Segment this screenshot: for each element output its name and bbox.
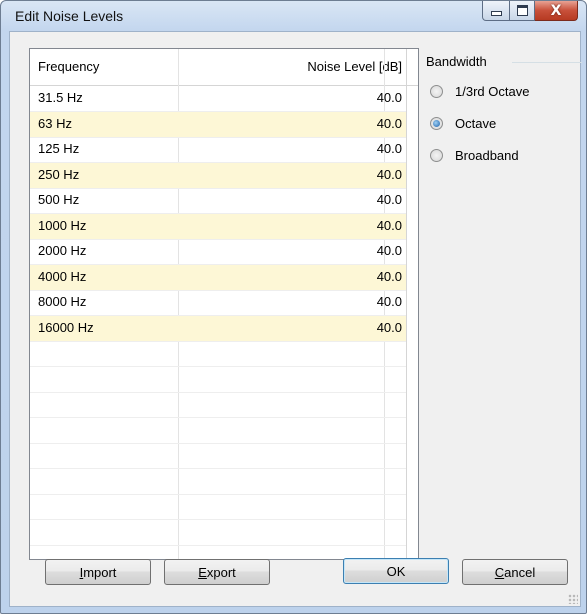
ok-button[interactable]: OK xyxy=(343,558,449,584)
export-accel: E xyxy=(198,564,207,580)
dialog-client-area: Frequency Noise Level [dB] 31.5 Hz 40.0 63… xyxy=(9,31,584,607)
noise-level-cell[interactable]: 40.0 xyxy=(206,269,402,284)
frequency-cell: 16000 Hz xyxy=(38,319,94,335)
export-label: xport xyxy=(206,564,236,580)
empty-table-row xyxy=(30,443,406,469)
bandwidth-group-title: Bandwidth xyxy=(426,54,487,69)
close-icon: X xyxy=(550,2,562,19)
export-button[interactable]: Export xyxy=(164,559,270,585)
dialog-window: Edit Noise Levels X Frequency Noise Leve… xyxy=(0,0,587,614)
ok-label: OK xyxy=(386,563,406,579)
noise-levels-table[interactable]: Frequency Noise Level [dB] 31.5 Hz 40.0 63… xyxy=(29,48,419,560)
table-row[interactable]: 500 Hz 40.0 xyxy=(30,188,406,214)
empty-table-row xyxy=(30,392,406,418)
radio-broadband[interactable]: Broadband xyxy=(430,148,519,163)
frequency-cell: 125 Hz xyxy=(38,141,80,156)
minimize-button[interactable] xyxy=(482,1,510,21)
table-row[interactable]: 16000 Hz 40.0 xyxy=(30,315,406,342)
resize-grip-icon[interactable] xyxy=(568,594,578,604)
table-row[interactable]: 125 Hz 40.0 xyxy=(30,137,406,163)
caption-buttons: X xyxy=(482,1,578,21)
empty-table-row xyxy=(30,418,406,444)
frequency-cell: 31.5 Hz xyxy=(38,90,83,105)
frequency-cell: 63 Hz xyxy=(38,115,72,131)
noise-level-cell[interactable]: 40.0 xyxy=(206,243,402,258)
frequency-cell: 500 Hz xyxy=(38,192,80,207)
import-label: mport xyxy=(83,564,117,580)
table-row[interactable]: 63 Hz 40.0 xyxy=(30,111,406,138)
empty-table-row xyxy=(30,469,406,495)
empty-table-row xyxy=(30,341,406,367)
noise-level-cell[interactable]: 40.0 xyxy=(206,294,402,309)
close-button[interactable]: X xyxy=(535,1,578,21)
radio-label: 1/3rd Octave xyxy=(455,84,530,99)
cancel-label: ancel xyxy=(504,564,536,580)
table-row[interactable]: 250 Hz 40.0 xyxy=(30,162,406,189)
table-header: Frequency Noise Level [dB] xyxy=(30,49,418,86)
import-button[interactable]: Import xyxy=(45,559,151,585)
noise-level-cell[interactable]: 40.0 xyxy=(206,320,402,335)
cancel-accel: C xyxy=(494,564,505,580)
column-header-noise-level[interactable]: Noise Level [dB] xyxy=(206,49,402,85)
bandwidth-group: Bandwidth 1/3rd Octave Octave Broadband xyxy=(424,48,584,204)
maximize-icon xyxy=(516,5,528,16)
column-divider xyxy=(406,49,407,559)
radio-button[interactable] xyxy=(430,117,443,130)
empty-table-row xyxy=(30,520,406,546)
noise-level-cell[interactable]: 40.0 xyxy=(206,218,402,233)
empty-table-row xyxy=(30,494,406,520)
radio-octave[interactable]: Octave xyxy=(430,116,496,131)
empty-table-row xyxy=(30,367,406,393)
noise-level-cell[interactable]: 40.0 xyxy=(206,167,402,182)
noise-level-cell[interactable]: 40.0 xyxy=(206,141,402,156)
noise-level-cell[interactable]: 40.0 xyxy=(206,90,402,105)
group-divider xyxy=(512,62,582,63)
radio-third-octave[interactable]: 1/3rd Octave xyxy=(430,84,529,99)
noise-level-cell[interactable]: 40.0 xyxy=(206,116,402,131)
radio-label: Octave xyxy=(455,116,497,131)
window-title: Edit Noise Levels xyxy=(15,8,124,24)
table-row[interactable]: 1000 Hz 40.0 xyxy=(30,213,406,240)
frequency-cell: 2000 Hz xyxy=(38,243,87,258)
radio-button[interactable] xyxy=(430,85,443,98)
frequency-cell: 250 Hz xyxy=(38,166,80,182)
frequency-cell: 1000 Hz xyxy=(38,217,87,233)
radio-button[interactable] xyxy=(430,149,443,162)
table-row[interactable]: 2000 Hz 40.0 xyxy=(30,239,406,265)
table-row[interactable]: 4000 Hz 40.0 xyxy=(30,264,406,291)
noise-level-cell[interactable]: 40.0 xyxy=(206,192,402,207)
maximize-button[interactable] xyxy=(510,1,535,21)
frequency-cell: 4000 Hz xyxy=(38,268,87,284)
radio-label: Broadband xyxy=(455,148,519,163)
table-row[interactable]: 31.5 Hz 40.0 xyxy=(30,86,406,112)
minimize-icon xyxy=(490,11,502,16)
cancel-button[interactable]: Cancel xyxy=(462,559,568,585)
table-row[interactable]: 8000 Hz 40.0 xyxy=(30,290,406,316)
column-header-frequency[interactable]: Frequency xyxy=(38,49,99,85)
title-bar[interactable]: Edit Noise Levels X xyxy=(1,1,586,31)
frequency-cell: 8000 Hz xyxy=(38,294,87,309)
